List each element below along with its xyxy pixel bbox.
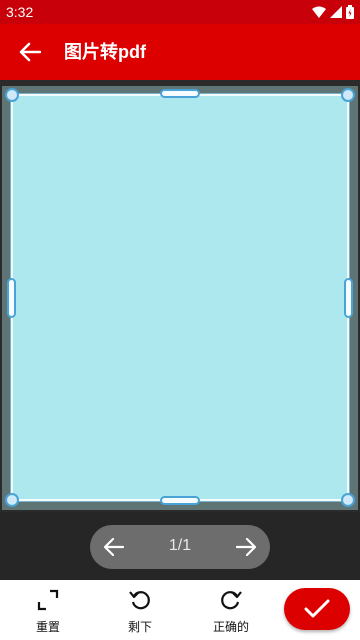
crop-handle-bottom-left[interactable] bbox=[5, 493, 19, 507]
crop-handle-bottom-right[interactable] bbox=[341, 493, 355, 507]
status-icons bbox=[312, 4, 354, 20]
back-button[interactable] bbox=[10, 32, 50, 72]
status-time: 3:32 bbox=[6, 4, 34, 20]
rotate-left-button[interactable]: 剩下 bbox=[105, 588, 175, 636]
battery-icon bbox=[346, 5, 354, 19]
signal-icon bbox=[330, 6, 342, 18]
arrow-left-icon bbox=[19, 42, 41, 62]
arrow-right-icon bbox=[236, 538, 256, 556]
correct-label: 正确的 bbox=[212, 620, 249, 634]
crop-handle-right[interactable] bbox=[344, 278, 353, 318]
confirm-button[interactable] bbox=[284, 588, 350, 630]
expand-icon bbox=[37, 589, 59, 611]
next-page-button[interactable] bbox=[230, 531, 262, 563]
remaining-label: 剩下 bbox=[127, 620, 152, 634]
rotate-left-icon bbox=[129, 591, 150, 610]
page-title: 图片转pdf bbox=[64, 42, 146, 62]
wifi-icon bbox=[312, 6, 326, 18]
crop-handle-top-right[interactable] bbox=[341, 88, 355, 102]
reset-label: 重置 bbox=[35, 620, 60, 634]
rotate-right-icon bbox=[221, 591, 242, 610]
app-bar: 图片转pdf bbox=[0, 24, 360, 80]
checkmark-icon bbox=[304, 599, 330, 618]
pager-band: 1/1 bbox=[0, 512, 360, 580]
page-pager: 1/1 bbox=[90, 525, 270, 569]
bottom-toolbar: 重置 剩下 正确的 bbox=[0, 580, 360, 640]
crop-handle-top-left[interactable] bbox=[5, 88, 19, 102]
crop-area[interactable] bbox=[11, 94, 349, 501]
crop-handle-bottom[interactable] bbox=[160, 496, 200, 505]
crop-handle-left[interactable] bbox=[7, 278, 16, 318]
rotate-right-button[interactable]: 正确的 bbox=[196, 588, 266, 636]
crop-handle-top[interactable] bbox=[160, 89, 200, 98]
status-bar: 3:32 bbox=[0, 0, 360, 24]
reset-button[interactable]: 重置 bbox=[13, 588, 83, 636]
